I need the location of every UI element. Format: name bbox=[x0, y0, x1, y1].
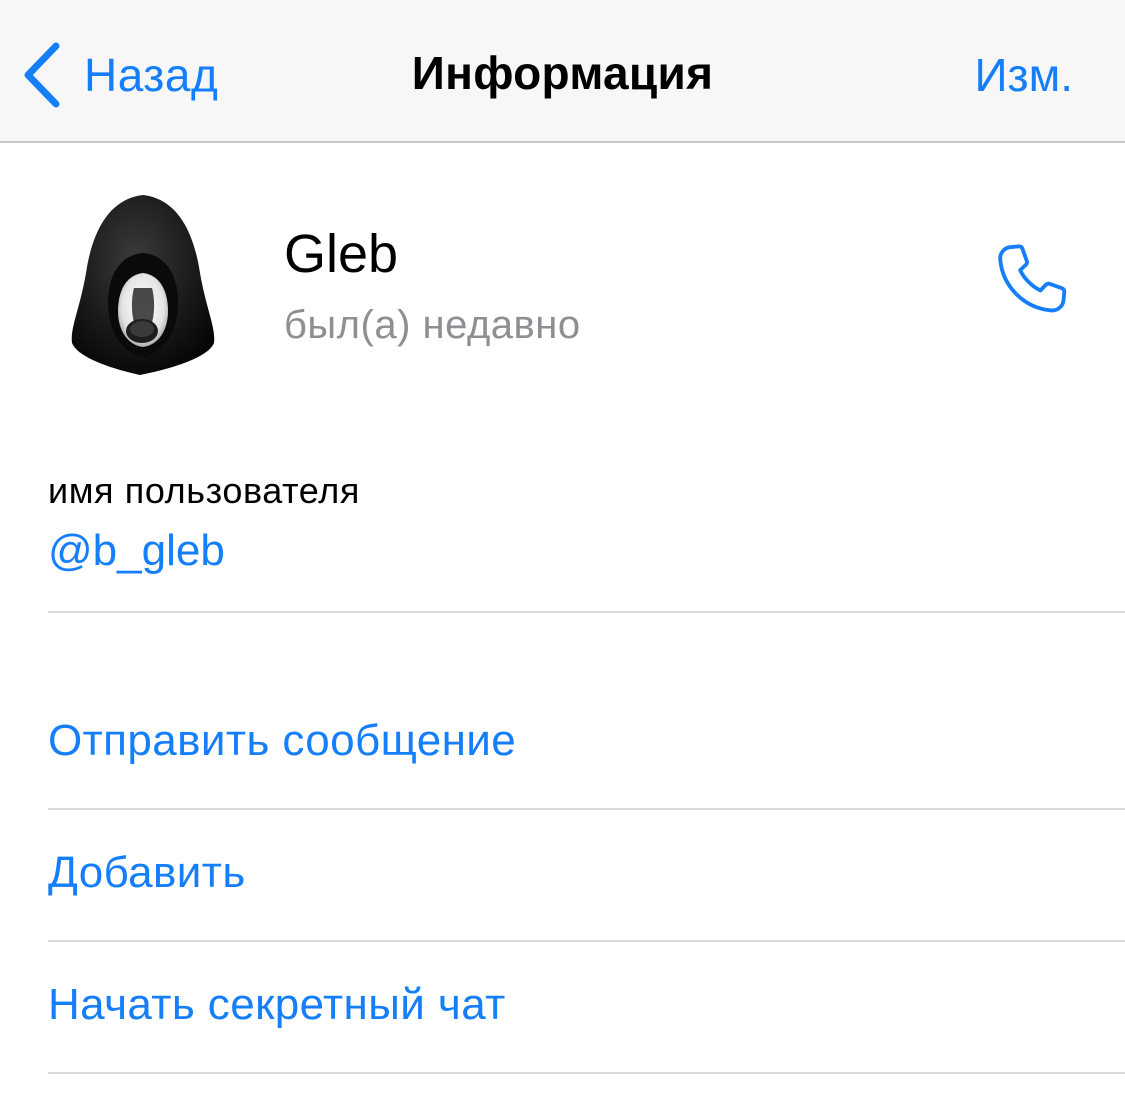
profile-header: Gleb был(а) недавно bbox=[0, 145, 1125, 425]
action-label: Отправить сообщение bbox=[48, 716, 517, 765]
start-secret-chat-button[interactable]: Начать секретный чат bbox=[48, 942, 1125, 1074]
action-label: Начать секретный чат bbox=[48, 980, 506, 1029]
navigation-bar: Назад Информация Изм. bbox=[0, 0, 1125, 143]
avatar[interactable] bbox=[68, 193, 218, 375]
call-button[interactable] bbox=[988, 239, 1072, 323]
page-title: Информация bbox=[411, 47, 714, 99]
contact-name: Gleb bbox=[284, 224, 399, 284]
phone-icon bbox=[988, 244, 1072, 327]
username-label: имя пользователя bbox=[48, 470, 360, 511]
username-value[interactable]: @b_gleb bbox=[48, 526, 225, 576]
username-section: имя пользователя @b_gleb bbox=[48, 466, 1125, 613]
hooded-figure-avatar-icon bbox=[71, 195, 215, 375]
add-contact-button[interactable]: Добавить bbox=[48, 810, 1125, 942]
last-seen-status: был(а) недавно bbox=[284, 303, 581, 347]
edit-button[interactable]: Изм. bbox=[974, 48, 1073, 102]
actions-list: Отправить сообщение Добавить Начать секр… bbox=[48, 678, 1125, 1074]
send-message-button[interactable]: Отправить сообщение bbox=[48, 678, 1125, 810]
action-label: Добавить bbox=[48, 848, 246, 897]
